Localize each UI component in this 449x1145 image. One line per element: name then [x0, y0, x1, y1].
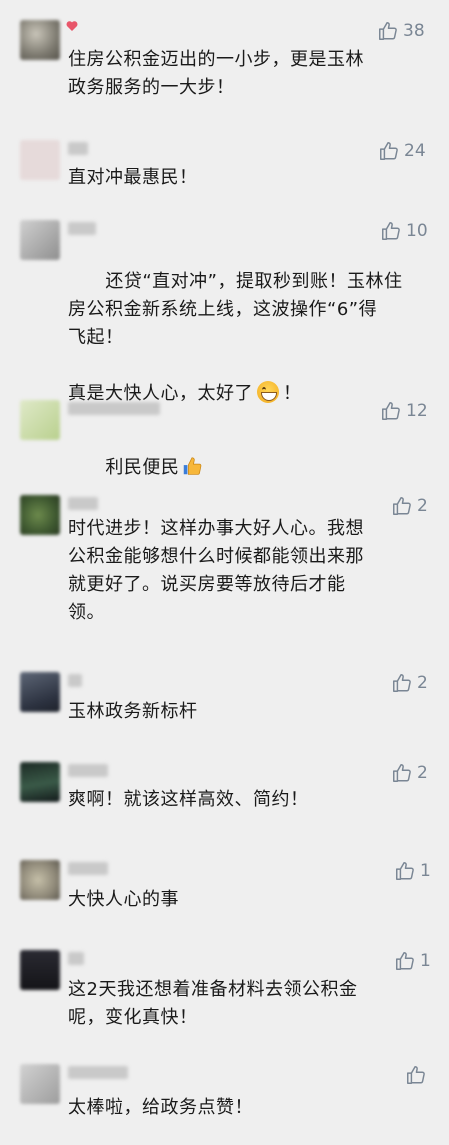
like-button[interactable]: 12 — [380, 400, 428, 422]
nickname-blurred — [68, 1066, 128, 1079]
avatar[interactable] — [20, 1064, 60, 1104]
avatar[interactable] — [20, 220, 60, 260]
like-count: 24 — [404, 141, 426, 161]
avatar[interactable] — [20, 140, 60, 180]
like-button[interactable]: 2 — [391, 762, 428, 784]
heart-icon — [66, 21, 78, 31]
comment-text-suffix: ！ — [283, 383, 302, 404]
comment-text-lines: 还贷“直对冲”，提取秒到账！玉林住 房公积金新系统上线，这波操作“6”得 飞起！ — [68, 271, 403, 348]
nickname-blurred — [68, 402, 160, 415]
comment-text: 爽啊！就该这样高效、简约！ — [68, 789, 309, 810]
like-button[interactable]: 24 — [378, 140, 426, 162]
avatar[interactable] — [20, 495, 60, 535]
avatar[interactable] — [20, 762, 60, 802]
like-count: 10 — [406, 221, 428, 241]
like-button[interactable]: 1 — [394, 950, 431, 972]
comment-text: 太棒啦，给政务点赞！ — [68, 1097, 253, 1118]
thumbs-up-outline-icon — [393, 497, 411, 515]
like-count: 2 — [417, 673, 428, 693]
thumbs-up-outline-icon — [396, 952, 414, 970]
like-button[interactable]: 2 — [391, 495, 428, 517]
comment-text: 时代进步！这样办事大好人心。我想 公积金能够想什么时候都能领出来那 就更好了。说… — [68, 518, 364, 623]
thumbs-up-outline-icon — [380, 142, 398, 160]
comment-list: 38 住房公积金迈出的一小步，更是玉林 政务服务的一大步！ 24 直对冲最惠民！… — [0, 0, 449, 1145]
like-count: 38 — [403, 21, 425, 41]
comment-text: 玉林政务新标杆 — [68, 701, 198, 722]
like-count: 1 — [420, 951, 431, 971]
like-count: 1 — [420, 861, 431, 881]
grinning-face-emoji — [257, 381, 279, 403]
thumbs-up-outline-icon — [393, 674, 411, 692]
avatar[interactable] — [20, 950, 60, 990]
like-count: 2 — [417, 763, 428, 783]
comment-text: 这2天我还想着准备材料去领公积金 呢，变化真快！ — [68, 979, 358, 1028]
avatar[interactable] — [20, 20, 60, 60]
nickname-blurred — [68, 222, 96, 235]
nickname-blurred — [68, 674, 82, 687]
nickname-blurred — [68, 952, 84, 965]
thumbs-up-outline-icon — [407, 1066, 425, 1084]
comment-text: 大快人心的事 — [68, 889, 179, 910]
comment-text: 直对冲最惠民！ — [68, 167, 198, 188]
like-button[interactable]: 1 — [394, 860, 431, 882]
like-button[interactable]: 10 — [380, 220, 428, 242]
thumbs-up-outline-icon — [396, 862, 414, 880]
avatar[interactable] — [20, 860, 60, 900]
thumbs-up-outline-icon — [382, 222, 400, 240]
nickname-blurred — [68, 497, 98, 510]
thumbs-up-outline-icon — [379, 22, 397, 40]
like-button[interactable]: 2 — [391, 672, 428, 694]
avatar[interactable] — [20, 672, 60, 712]
thumbs-up-outline-icon — [393, 764, 411, 782]
nickname-blurred — [68, 764, 108, 777]
nickname-blurred — [68, 142, 88, 155]
comment-text: 住房公积金迈出的一小步，更是玉林 政务服务的一大步！ — [68, 49, 364, 98]
like-count: 12 — [406, 401, 428, 421]
like-button[interactable]: 38 — [377, 20, 425, 42]
like-button[interactable] — [405, 1064, 431, 1086]
comment-text-last-line: 真是大快人心，太好了 — [68, 383, 253, 404]
nickname-blurred — [68, 862, 108, 875]
thumbs-up-outline-icon — [382, 402, 400, 420]
comment-text: 利民便民 — [68, 426, 416, 510]
like-count: 2 — [417, 496, 428, 516]
avatar[interactable] — [20, 400, 60, 440]
thumbs-up-emoji — [184, 457, 202, 475]
comment-text-body: 利民便民 — [105, 457, 180, 478]
